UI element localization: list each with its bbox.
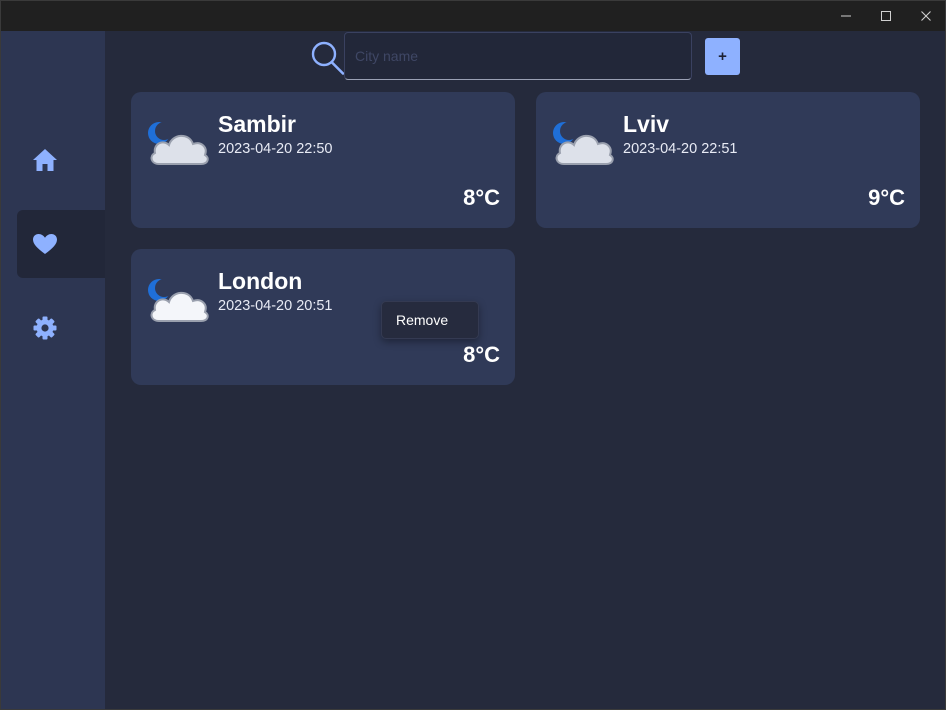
moon-cloud-icon xyxy=(148,122,209,165)
sidebar-item-favorites[interactable] xyxy=(17,210,105,278)
city-time: 2023-04-20 22:51 xyxy=(623,141,738,157)
city-name: London xyxy=(218,268,303,294)
city-temperature: 9°C xyxy=(868,185,905,210)
maximize-icon xyxy=(881,11,891,21)
context-menu: Remove xyxy=(381,301,479,339)
remove-menu-item[interactable]: Remove xyxy=(396,312,448,328)
city-time: 2023-04-20 22:50 xyxy=(218,141,333,157)
minimize-button[interactable] xyxy=(826,1,866,31)
gear-icon xyxy=(33,316,57,340)
search-icon xyxy=(311,41,345,75)
sidebar-item-settings[interactable] xyxy=(17,294,105,362)
minimize-icon xyxy=(841,15,851,17)
city-card[interactable]: Lviv 2023-04-20 22:51 9°C xyxy=(536,92,920,228)
add-city-button[interactable]: + xyxy=(705,38,740,75)
sidebar xyxy=(1,31,105,709)
close-icon xyxy=(921,11,931,21)
city-name: Lviv xyxy=(623,111,670,137)
moon-cloud-icon xyxy=(148,279,209,322)
close-button[interactable] xyxy=(906,1,945,31)
maximize-button[interactable] xyxy=(866,1,906,31)
city-time: 2023-04-20 20:51 xyxy=(218,298,333,314)
moon-cloud-icon xyxy=(553,122,614,165)
title-bar xyxy=(1,1,945,31)
sidebar-item-home[interactable] xyxy=(17,126,105,194)
app-window: + Sambir 2023-04-20 22:50 8°C Lviv 2023-… xyxy=(0,0,946,710)
home-icon xyxy=(33,149,57,171)
city-card[interactable]: Sambir 2023-04-20 22:50 8°C xyxy=(131,92,515,228)
city-search-input[interactable] xyxy=(344,32,692,80)
heart-icon xyxy=(33,234,57,254)
city-name: Sambir xyxy=(218,111,296,137)
city-temperature: 8°C xyxy=(463,342,500,367)
city-temperature: 8°C xyxy=(463,185,500,210)
